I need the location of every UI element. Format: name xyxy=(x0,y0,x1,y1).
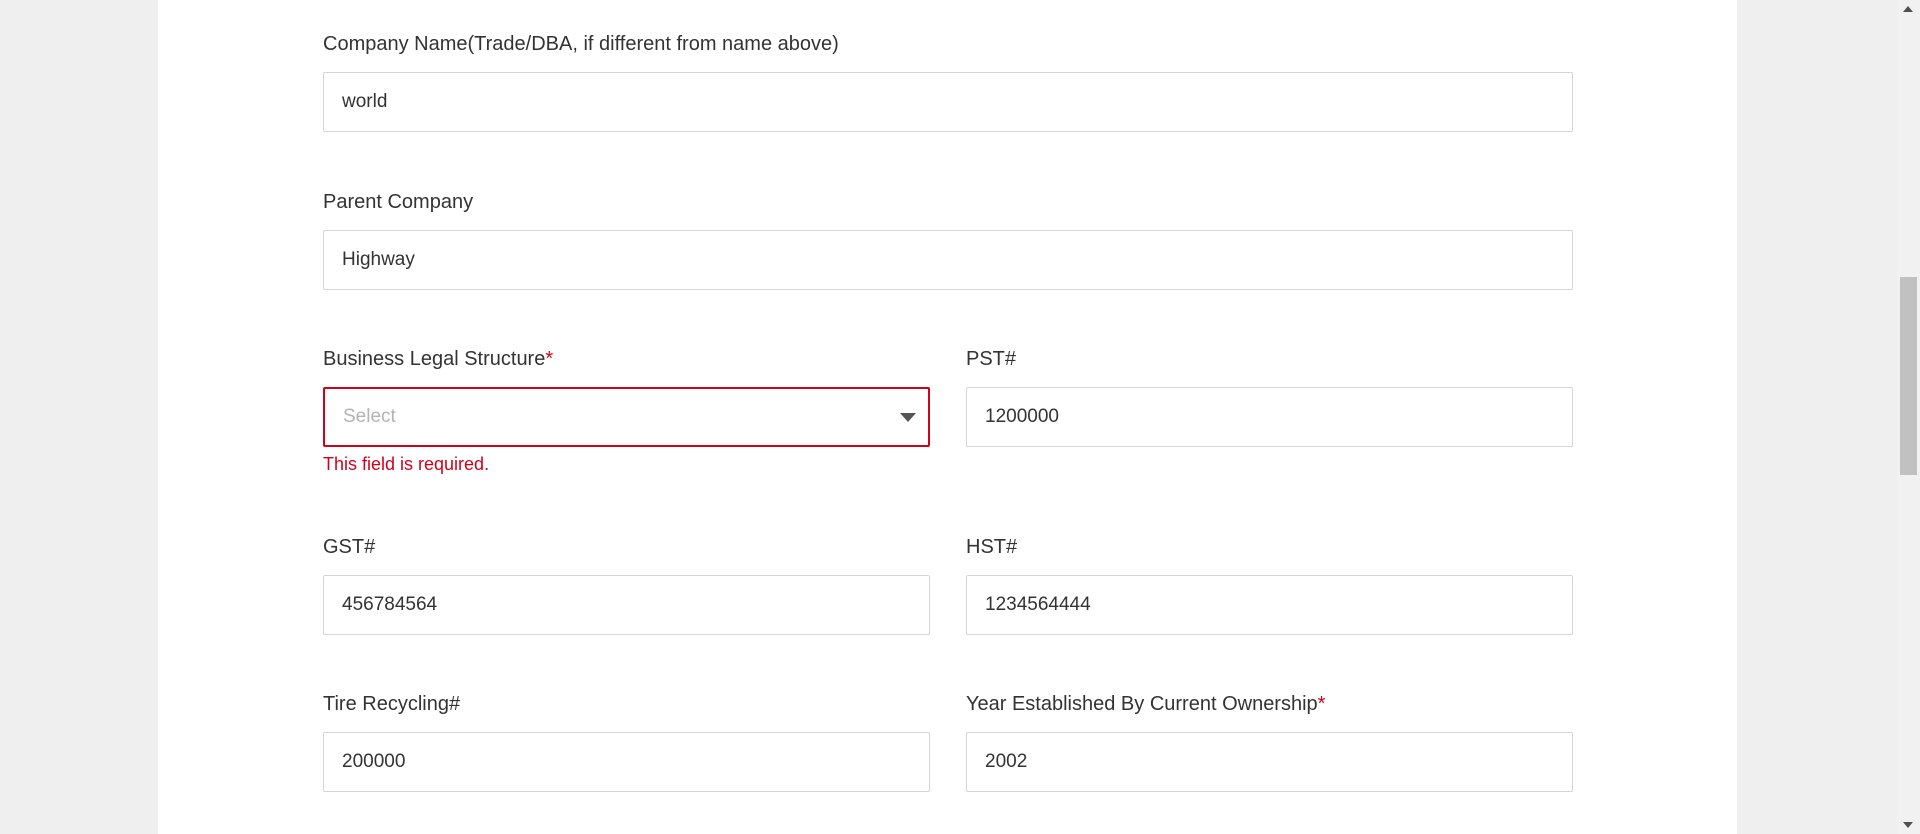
form-card: Company Name(Trade/DBA, if different fro… xyxy=(158,0,1737,834)
tire-recycling-group: Tire Recycling# 200000 xyxy=(323,692,930,792)
required-mark: * xyxy=(545,348,554,370)
vertical-scrollbar[interactable] xyxy=(1897,0,1920,834)
tire-recycling-label: Tire Recycling# xyxy=(323,693,461,715)
scroll-up-arrow-icon[interactable] xyxy=(1903,6,1913,12)
business-legal-structure-group: Business Legal Structure* Select This fi… xyxy=(323,347,930,475)
hst-label: HST# xyxy=(966,536,1018,558)
hst-group: HST# 1234564444 xyxy=(966,535,1573,635)
business-legal-structure-error: This field is required. xyxy=(323,454,490,474)
parent-company-input[interactable]: Highway xyxy=(323,230,1573,290)
year-established-label-text: Year Established By Current Ownership xyxy=(966,693,1318,715)
pst-group: PST# 1200000 xyxy=(966,347,1573,447)
hst-input[interactable]: 1234564444 xyxy=(966,575,1573,635)
pst-label: PST# xyxy=(966,348,1017,370)
gst-label: GST# xyxy=(323,536,376,558)
parent-company-label: Parent Company xyxy=(323,191,474,213)
business-legal-structure-select[interactable]: Select xyxy=(323,387,930,447)
chevron-down-icon xyxy=(900,413,916,422)
company-name-input[interactable]: world xyxy=(323,72,1573,132)
company-name-label: Company Name(Trade/DBA, if different fro… xyxy=(323,33,839,55)
business-legal-structure-label: Business Legal Structure* xyxy=(323,347,930,371)
gst-input[interactable]: 456784564 xyxy=(323,575,930,635)
scroll-down-arrow-icon[interactable] xyxy=(1903,822,1913,828)
gst-group: GST# 456784564 xyxy=(323,535,930,635)
parent-company-group: Parent Company Highway xyxy=(323,190,1573,290)
select-placeholder: Select xyxy=(343,406,396,427)
year-established-input[interactable]: 2002 xyxy=(966,732,1573,792)
required-mark: * xyxy=(1317,693,1326,715)
business-legal-structure-label-text: Business Legal Structure xyxy=(323,348,546,370)
tire-recycling-input[interactable]: 200000 xyxy=(323,732,930,792)
pst-input[interactable]: 1200000 xyxy=(966,387,1573,447)
year-established-label: Year Established By Current Ownership* xyxy=(966,692,1573,716)
company-name-group: Company Name(Trade/DBA, if different fro… xyxy=(323,32,1573,132)
year-established-group: Year Established By Current Ownership* 2… xyxy=(966,692,1573,792)
scrollbar-thumb[interactable] xyxy=(1900,277,1917,475)
